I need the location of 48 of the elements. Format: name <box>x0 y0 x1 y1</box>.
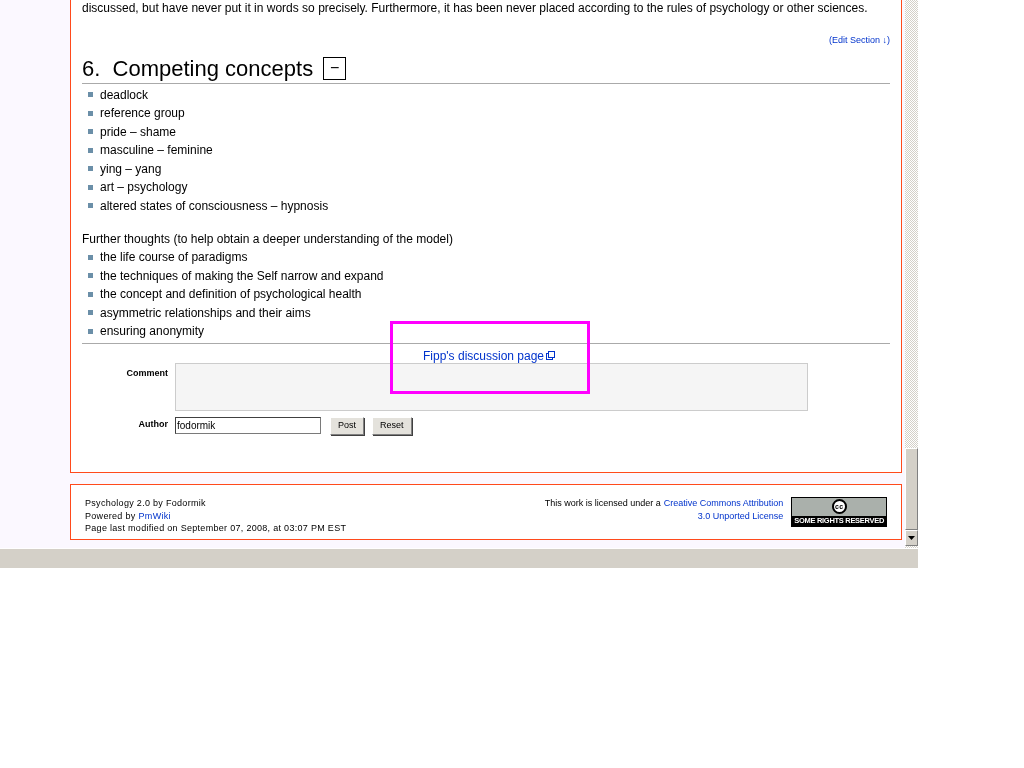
pmwiki-link[interactable]: PmWiki <box>138 509 171 522</box>
discussion-link[interactable]: Fipp's discussion page <box>423 346 555 365</box>
bullet-icon <box>88 147 93 153</box>
list-item: art – psychology <box>100 179 188 197</box>
bullet-icon <box>88 92 93 98</box>
footer-text: Page last modified on September 07, 2008, at 03:07 PM EST <box>85 522 347 535</box>
bullet-icon <box>88 291 93 297</box>
section-heading: 6. Competing concepts <box>82 54 314 83</box>
list-item: masculine – feminine <box>100 142 213 160</box>
edit-section-link[interactable]: (Edit Section ↓) <box>828 34 890 48</box>
list-item: asymmetric relationships and their aims <box>100 304 311 322</box>
external-link-icon <box>546 351 555 360</box>
collapse-toggle[interactable]: − <box>323 56 347 80</box>
list-item: ensuring anonymity <box>100 323 205 341</box>
bullet-icon <box>88 129 93 135</box>
scrollbar-thumb[interactable] <box>905 448 918 530</box>
author-label: Author <box>137 417 168 431</box>
paragraph: Further thoughts (to help obtain a deeper understanding of the model) <box>82 231 454 248</box>
paragraph: discussed, but have never put it in words so precisely. Furthermore, it has been never placed according to the rules of psychology or other sciences. <box>82 1 869 16</box>
bullet-icon <box>88 328 93 334</box>
list-item: deadlock <box>100 86 149 104</box>
bullet-icon <box>88 110 93 116</box>
form-button[interactable]: Reset <box>372 416 412 435</box>
comment-field[interactable] <box>175 362 808 411</box>
list-item: pride – shame <box>100 123 177 141</box>
bullet-icon <box>88 310 93 316</box>
bullet-icon <box>88 273 93 279</box>
license-link[interactable]: 3.0 Unported License <box>697 509 784 522</box>
list-item: the techniques of making the Self narrow and expand <box>100 267 384 285</box>
comment-label: Comment <box>125 366 168 380</box>
list-item: the life course of paradigms <box>100 249 248 267</box>
bullet-icon <box>88 203 93 209</box>
author-field[interactable]: fodormik <box>175 416 321 434</box>
scrollbar[interactable] <box>905 0 918 548</box>
bullet-icon <box>88 184 93 190</box>
list-item: altered states of consciousness – hypnosis <box>100 197 329 215</box>
footer-text: Powered by PmWiki <box>85 509 172 522</box>
license-text: This work is licensed under a <box>544 497 661 510</box>
list-item: reference group <box>100 105 185 123</box>
form-button[interactable]: Post <box>330 416 364 435</box>
list-item: ying – yang <box>100 160 162 178</box>
scroll-down-button[interactable] <box>905 530 918 546</box>
down-arrow-icon <box>908 536 915 540</box>
list-item: the concept and definition of psychological health <box>100 286 362 304</box>
license-link[interactable]: Creative Commons Attribution <box>663 497 784 510</box>
bullet-icon <box>88 254 93 260</box>
bullet-icon <box>88 166 93 172</box>
footer-text: Psychology 2.0 by Fodormik <box>85 497 207 510</box>
